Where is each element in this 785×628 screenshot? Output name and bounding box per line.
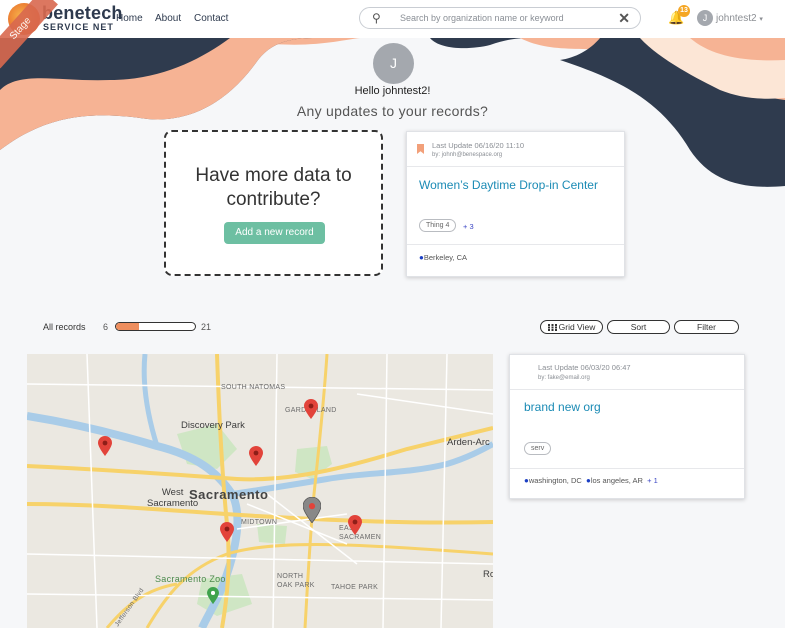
greeting-text: Hello johntest2! bbox=[354, 85, 431, 97]
range-slider-fill bbox=[116, 323, 139, 330]
grid-view-label: Grid View bbox=[558, 322, 596, 332]
divider bbox=[407, 244, 624, 245]
updated-by-text: by: johnh@benespace.org bbox=[432, 152, 503, 158]
record-title-link[interactable]: brand new org bbox=[524, 400, 601, 414]
map-label-south-natomas: SOUTH NATOMAS bbox=[221, 384, 286, 391]
range-min-value: 6 bbox=[103, 322, 109, 332]
all-records-label: All records bbox=[43, 322, 86, 332]
nav-contact-link[interactable]: Contact bbox=[194, 13, 228, 24]
search-icon[interactable]: ⚲ bbox=[372, 11, 381, 25]
updated-by-text: by: fake@email.org bbox=[538, 375, 590, 381]
divider bbox=[407, 166, 624, 167]
map-label-arden-arcade: Arden-Arc bbox=[447, 437, 490, 448]
map-pin-icon[interactable] bbox=[249, 446, 263, 466]
service-tag: serv bbox=[524, 442, 552, 455]
recent-record-card[interactable]: Last Update 06/16/20 11:10 by: johnh@ben… bbox=[406, 131, 625, 277]
profile-avatar: J bbox=[373, 43, 414, 84]
range-max-value: 21 bbox=[201, 322, 212, 332]
user-avatar[interactable]: J bbox=[697, 10, 713, 26]
filter-button[interactable]: Filter bbox=[674, 320, 739, 334]
records-map[interactable]: SOUTH NATOMAS GARDENLAND Discovery Park … bbox=[27, 354, 493, 628]
contribute-card: Have more data to contribute? Add a new … bbox=[164, 130, 383, 276]
map-label-sacramento: Sacramento bbox=[189, 487, 269, 502]
divider bbox=[510, 389, 744, 390]
nav-home-link[interactable]: Home bbox=[116, 13, 143, 24]
record-title-link[interactable]: Women’s Daytime Drop-in Center bbox=[419, 178, 598, 192]
search-input[interactable] bbox=[400, 11, 610, 25]
map-label-sacramento-zoo: Sacramento Zoo bbox=[155, 574, 226, 584]
location-label: washington, DC bbox=[528, 476, 582, 485]
more-locations-link[interactable]: + 1 bbox=[647, 476, 658, 485]
updates-question: Any updates to your records? bbox=[296, 103, 489, 119]
sort-button[interactable]: Sort bbox=[607, 320, 670, 334]
map-label-midtown: MIDTOWN bbox=[241, 519, 278, 526]
search-bar: ⚲ ✕ bbox=[359, 7, 641, 29]
map-pin-icon[interactable] bbox=[220, 522, 234, 542]
records-range-slider[interactable] bbox=[115, 322, 196, 331]
map-pin-icon[interactable] bbox=[348, 515, 362, 535]
brand-subtitle: SERVICE NET bbox=[43, 22, 114, 32]
zoo-pin-icon bbox=[207, 587, 219, 604]
location-label: Berkeley, CA bbox=[423, 253, 468, 262]
map-label-north-oak-park: NORTH OAK PARK bbox=[277, 573, 315, 589]
grid-icon bbox=[547, 324, 557, 331]
location-text: ●washington, DC ●los angeles, AR + 1 bbox=[524, 476, 658, 485]
map-record-card[interactable]: Last Update 06/03/20 06:47 by: fake@emai… bbox=[509, 354, 745, 499]
map-pin-selected-icon[interactable] bbox=[303, 497, 321, 523]
location-text: ●Berkeley, CA bbox=[419, 253, 467, 262]
map-label-tahoe-park: TAHOE PARK bbox=[331, 584, 379, 591]
notification-count-badge: 13 bbox=[678, 5, 690, 17]
top-header: Stage benetech SERVICE NET Home About Co… bbox=[0, 0, 785, 69]
more-tags-link[interactable]: + 3 bbox=[463, 222, 474, 231]
grid-view-button[interactable]: Grid View bbox=[540, 320, 603, 334]
user-name: johntest2 bbox=[716, 13, 757, 24]
last-update-text: Last Update 06/03/20 06:47 bbox=[538, 363, 631, 372]
location-label: los angeles, AR bbox=[590, 476, 643, 485]
clear-search-icon[interactable]: ✕ bbox=[618, 10, 630, 27]
contribute-title: Have more data to contribute? bbox=[195, 165, 352, 210]
user-menu-toggle[interactable]: johntest2 ▾ bbox=[716, 13, 763, 24]
nav-about-link[interactable]: About bbox=[155, 13, 181, 24]
service-tag: Thing 4 bbox=[419, 219, 457, 232]
map-label-road: Ro bbox=[483, 569, 493, 580]
bookmark-icon[interactable] bbox=[417, 144, 424, 154]
last-update-text: Last Update 06/16/20 11:10 bbox=[432, 141, 525, 150]
divider bbox=[510, 468, 744, 469]
map-pin-icon[interactable] bbox=[304, 399, 318, 419]
add-new-record-button[interactable]: Add a new record bbox=[224, 222, 325, 244]
map-label-discovery-park: Discovery Park bbox=[181, 420, 245, 431]
map-pin-icon[interactable] bbox=[98, 436, 112, 456]
chevron-down-icon: ▾ bbox=[759, 16, 763, 23]
